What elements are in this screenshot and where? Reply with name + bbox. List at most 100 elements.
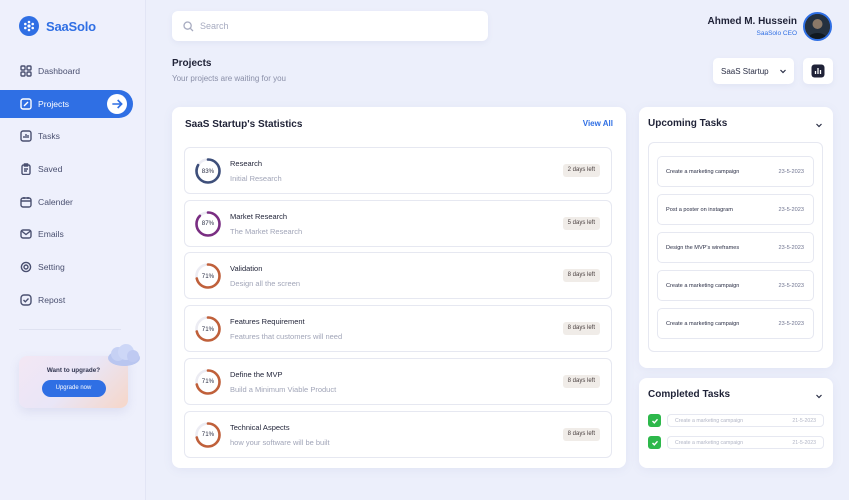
project-description: The Market Research — [230, 226, 303, 236]
sidebar-item-label: Projects — [38, 98, 70, 109]
task-name: Create a marketing campaign — [666, 283, 740, 289]
progress-percent: 71% — [201, 431, 215, 438]
cloud-icon — [108, 344, 140, 366]
upcoming-task-item[interactable]: Post a poster on instagram 23-5-2023 — [657, 194, 814, 225]
days-left-badge: 5 days left — [562, 216, 600, 230]
project-description: Design all the screen — [230, 279, 301, 289]
sidebar-item-setting[interactable]: Setting — [0, 253, 146, 281]
task-date: 21-5-2023 — [792, 418, 816, 424]
upcoming-task-item[interactable]: Create a marketing campaign 23-5-2023 — [657, 156, 814, 187]
sidebar-item-emails[interactable]: Emails — [0, 220, 146, 248]
logo-icon — [19, 16, 39, 36]
search-bar[interactable]: Search — [172, 11, 488, 41]
project-row[interactable]: 87% Market Research The Market Research 5 d… — [184, 199, 612, 247]
project-select-value: SaaS Startup — [721, 66, 769, 76]
checkbox-checked-icon[interactable] — [648, 414, 661, 427]
task-name: Create a marketing campaign — [675, 418, 744, 424]
upcoming-task-list: Create a marketing campaign 23-5-2023 Post… — [648, 142, 823, 352]
days-left-badge: 8 days left — [562, 427, 600, 441]
sidebar-item-repost[interactable]: Repost — [0, 286, 146, 314]
completed-task-item[interactable]: Create a marketing campaign 21-5-2023 — [648, 436, 824, 450]
task-name: Post a poster on instagram — [666, 207, 733, 213]
project-row[interactable]: 71% Features Requirement Features that cus… — [184, 305, 612, 353]
upcoming-task-item[interactable]: Design the MVP's wireframes 23-5-2023 — [657, 232, 814, 263]
upcoming-tasks-title: Upcoming Tasks — [648, 118, 728, 129]
user-name: Ahmed M. Hussein — [707, 16, 797, 27]
task-date: 21-5-2023 — [792, 440, 816, 446]
bar-chart-icon — [811, 64, 825, 78]
sidebar: SaaSolo Dashboard Projects Tasks Saved C… — [0, 0, 146, 500]
chevron-down-icon[interactable] — [815, 392, 823, 400]
sidebar-item-label: Emails — [38, 229, 64, 240]
sidebar-item-label: Repost — [38, 294, 66, 305]
analytics-button[interactable] — [803, 58, 833, 84]
chevron-down-icon — [780, 69, 786, 74]
task-date: 23-5-2023 — [778, 245, 804, 251]
sidebar-item-label: Saved — [38, 164, 63, 175]
user-role: SaaSolo CEO — [756, 30, 797, 37]
gear-icon — [20, 261, 32, 273]
project-name: Market Research — [230, 211, 288, 221]
project-row[interactable]: 71% Validation Design all the screen 8 days… — [184, 252, 612, 300]
mail-icon — [20, 229, 32, 240]
sidebar-item-calender[interactable]: Calender — [0, 188, 146, 216]
chevron-down-icon[interactable] — [815, 121, 823, 129]
page-subtitle: Your projects are waiting for you — [172, 74, 286, 83]
logo-text: SaaSolo — [46, 18, 96, 34]
project-name: Features Requirement — [230, 317, 305, 327]
chart-icon — [20, 130, 32, 143]
task-date: 23-5-2023 — [778, 207, 804, 213]
upcoming-task-item[interactable]: Create a marketing campaign 23-5-2023 — [657, 270, 814, 301]
search-input[interactable]: Search — [200, 21, 229, 31]
progress-percent: 83% — [201, 167, 215, 175]
days-left-badge: 8 days left — [562, 374, 600, 388]
task-name: Create a marketing campaign — [666, 169, 740, 175]
check-square-icon — [20, 294, 32, 306]
project-description: Initial Research — [230, 174, 282, 183]
sidebar-item-saved[interactable]: Saved — [0, 155, 146, 183]
arrow-right-icon[interactable] — [107, 93, 127, 114]
view-all-link[interactable]: View All — [583, 119, 613, 128]
progress-percent: 71% — [201, 378, 215, 386]
sidebar-item-label: Tasks — [38, 131, 60, 142]
progress-percent: 71% — [201, 272, 215, 280]
upgrade-button[interactable]: Upgrade now — [41, 380, 106, 397]
completed-task-item[interactable]: Create a marketing campaign 21-5-2023 — [648, 414, 824, 428]
project-description: Features that customers will need — [230, 332, 343, 342]
user-info: Ahmed M. Hussein SaaSolo CEO — [708, 16, 797, 37]
statistics-title: SaaS Startup's Statistics — [185, 119, 303, 130]
task-name: Create a marketing campaign — [666, 321, 740, 327]
calendar-icon — [20, 196, 32, 208]
upcoming-tasks-card: Upcoming Tasks Create a marketing campai… — [639, 107, 833, 368]
task-date: 23-5-2023 — [778, 321, 804, 327]
project-select[interactable]: SaaS Startup — [713, 58, 794, 84]
sidebar-item-label: Dashboard — [38, 66, 81, 76]
user-profile[interactable]: Ahmed M. Hussein SaaSolo CEO — [708, 12, 832, 41]
project-name: Define the MVP — [230, 369, 283, 379]
project-row[interactable]: 83% Research Initial Research 2 days left — [184, 147, 612, 194]
project-row[interactable]: 71% Technical Aspects how your software wi… — [184, 410, 612, 458]
grid-icon — [20, 65, 32, 77]
upcoming-task-item[interactable]: Create a marketing campaign 23-5-2023 — [657, 308, 814, 339]
project-description: how your software will be built — [230, 437, 330, 447]
logo[interactable]: SaaSolo — [19, 16, 96, 36]
sidebar-item-dashboard[interactable]: Dashboard — [0, 57, 146, 85]
avatar[interactable] — [803, 12, 832, 41]
task-name: Create a marketing campaign — [675, 440, 744, 446]
edit-icon — [20, 97, 32, 110]
completed-task-box: Create a marketing campaign 21-5-2023 — [667, 414, 824, 427]
sidebar-item-tasks[interactable]: Tasks — [0, 122, 146, 150]
project-row[interactable]: 71% Define the MVP Build a Minimum Viable … — [184, 357, 612, 405]
completed-tasks-title: Completed Tasks — [648, 389, 731, 400]
checkbox-checked-icon[interactable] — [648, 436, 661, 449]
sidebar-item-label: Setting — [38, 262, 65, 273]
statistics-card: SaaS Startup's Statistics View All 83% Re… — [172, 107, 626, 468]
progress-percent: 71% — [201, 325, 215, 333]
sidebar-item-label: Calender — [38, 196, 73, 207]
completed-task-box: Create a marketing campaign 21-5-2023 — [667, 436, 824, 449]
completed-tasks-card: Completed Tasks Create a marketing campa… — [639, 378, 833, 468]
project-name: Validation — [230, 264, 263, 274]
days-left-badge: 8 days left — [562, 322, 600, 336]
sidebar-item-projects[interactable]: Projects — [0, 89, 133, 118]
task-name: Design the MVP's wireframes — [666, 245, 740, 251]
